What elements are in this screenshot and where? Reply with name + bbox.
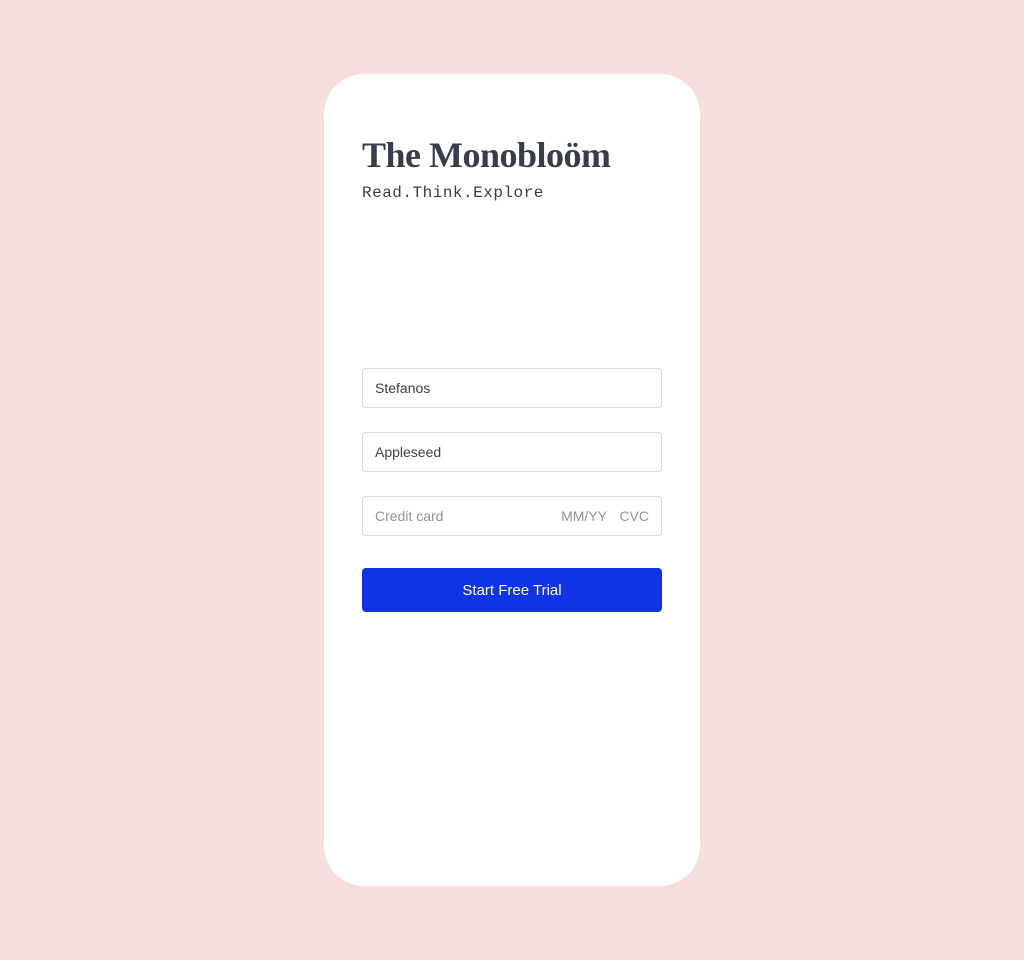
last-name-input[interactable] [362,432,662,472]
start-free-trial-button[interactable]: Start Free Trial [362,568,662,612]
page-title: The Monobloöm [362,134,662,176]
signup-form: Start Free Trial [362,368,662,612]
signup-card: The Monobloöm Read.Think.Explore Start F… [324,74,700,886]
page-subtitle: Read.Think.Explore [362,184,662,202]
credit-card-cvc-input[interactable] [617,508,649,524]
credit-card-expiry-input[interactable] [555,508,607,524]
credit-card-number-input[interactable] [375,508,545,524]
credit-card-group [362,496,662,536]
first-name-input[interactable] [362,368,662,408]
